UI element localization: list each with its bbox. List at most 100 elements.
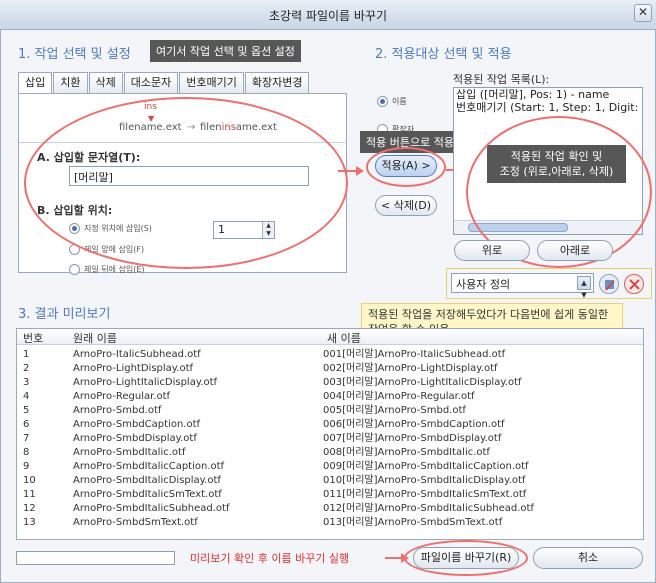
apply-tip: 적용 버튼으로 적용 [360,131,460,153]
cell-original: ArnoPro-SmbdCaption.otf [73,419,201,430]
save-preset-icon[interactable] [599,274,619,294]
table-row[interactable]: 9 ArnoPro-SmbdItalicCaption.otf 009[머리말]Ar… [17,460,643,473]
table-row[interactable]: 10 ArnoPro-SmbdItalicDisplay.otf 010[머리말]A… [17,474,643,487]
cell-new: 013[머리말]ArnoPro-SmbdSmText.otf [323,517,503,528]
diagram-before: filename.ext [119,122,182,133]
insert-panel: ins ▼ filename.ext → fileninsame.ext A. … [18,93,347,275]
table-row[interactable]: 4 ArnoPro-Regular.otf 004[머리말]ArnoPro-Regu… [17,390,643,403]
table-row[interactable]: 7 ArnoPro-SmbdDisplay.otf 007[머리말]ArnoPro-… [17,432,643,445]
preset-value: 사용자 정의 [456,278,511,291]
radio-specified-icon[interactable] [69,223,80,234]
cell-new: 012[머리말]ArnoPro-SmbdItalicSubhead.otf [323,503,534,514]
apply-button[interactable]: 적용(A) > [375,155,437,177]
horizontal-scrollbar[interactable] [454,220,642,234]
cell-original: ArnoPro-SmbdDisplay.otf [73,433,197,444]
panel-divider [19,142,346,143]
cell-new: 010[머리말]ArnoPro-SmbdItalicDisplay.otf [323,475,526,486]
radio-end-icon[interactable] [69,264,80,275]
tab-delete[interactable]: 삭제 [88,72,123,93]
cell-original: ArnoPro-Smbd.otf [73,405,162,416]
cell-new: 007[머리말]ArnoPro-SmbdDisplay.otf [323,433,502,444]
cell-number: 6 [23,419,30,430]
radio-front-icon[interactable] [69,244,80,255]
cancel-button[interactable]: 취소 [533,547,643,569]
close-icon[interactable]: ✕ [634,4,652,22]
insert-text-label: A. 삽입할 문자열(T): [37,151,141,164]
move-down-button[interactable]: 아래로 [537,240,613,261]
save-tip-line1: 적용된 작업을 저장해두었다가 다음번에 쉽게 동일한 [368,308,609,321]
tab-replace[interactable]: 치환 [53,72,88,93]
list-item[interactable]: 삽입 ([머리말], Pos: 1) - name [454,88,642,101]
cell-original: ArnoPro-SmbdSmText.otf [73,517,198,528]
cell-new: 002[머리말]ArnoPro-LightDisplay.otf [323,363,498,374]
cell-number: 8 [23,447,30,458]
title-bar: 초강력 파일이름 바꾸기 ✕ [0,0,656,30]
progress-bar [16,551,175,565]
tab-case[interactable]: 대소문자 [123,72,179,93]
tab-insert[interactable]: 삽입 [18,72,53,95]
section2-title: 2. 적용대상 선택 및 적용 [375,47,512,62]
delete-preset-icon[interactable] [624,274,644,294]
cell-number: 7 [23,433,30,444]
preset-select[interactable]: 사용자 정의 ▲ ▼ [451,273,594,299]
table-row[interactable]: 5 ArnoPro-Smbd.otf 005[머리말]ArnoPro-Smbd.ot… [17,404,643,417]
cell-original: ArnoPro-SmbdItalic.otf [73,447,186,458]
cell-number: 13 [23,517,36,528]
target-name-icon[interactable] [377,96,388,107]
cell-original: ArnoPro-Regular.otf [73,391,171,402]
diagram-after: fileninsame.ext [200,122,277,133]
insert-position-label: B. 삽입할 위치: [37,204,113,217]
cell-original: ArnoPro-SmbdItalicCaption.otf [73,461,225,472]
applied-tip-line2: 조정 (위로,아래로, 삭제) [499,165,614,178]
dropdown-arrow-icon[interactable]: ▲ ▼ [577,276,591,299]
cell-new: 004[머리말]ArnoPro-Regular.otf [323,391,475,402]
scrollbar-thumb[interactable] [468,223,568,232]
delete-button[interactable]: < 삭제(D) [375,195,437,216]
settings-tip: 여기서 작업 선택 및 옵션 설정 [150,40,301,62]
annotation-arrow-rename [385,553,409,563]
header-original[interactable]: 원래 이름 [73,330,117,346]
position-stepper[interactable]: 1 ▲ ▼ [213,221,275,239]
cell-new: 008[머리말]ArnoPro-SmbdItalic.otf [323,447,490,458]
cell-number: 4 [23,391,30,402]
tab-numbering[interactable]: 번호매기기 [179,72,244,93]
radio-end-position[interactable]: 제일 뒤에 삽입(E) [69,264,145,275]
cell-number: 2 [23,363,30,374]
insert-diagram: ins ▼ filename.ext → fileninsame.ext [19,100,346,136]
insert-text-input[interactable]: [머리말] [69,166,309,186]
radio-front-position[interactable]: 제일 앞에 삽입(F) [69,244,144,255]
tab-extension[interactable]: 확장자변경 [244,72,310,93]
table-row[interactable]: 13 ArnoPro-SmbdSmText.otf 013[머리말]ArnoPro-… [17,516,643,529]
table-row[interactable]: 2 ArnoPro-LightDisplay.otf 002[머리말]ArnoPro… [17,362,643,375]
diagram-after-ins: ins [221,122,236,133]
operation-tabs: 삽입 치환 삭제 대소문자 번호매기기 확장자변경 [18,72,310,95]
table-row[interactable]: 1 ArnoPro-ItalicSubhead.otf 001[머리말]ArnoPr… [17,348,643,361]
move-up-button[interactable]: 위로 [454,240,530,261]
cell-original: ArnoPro-LightDisplay.otf [73,363,194,374]
radio-specified-position[interactable]: 지정 위치에 삽입(S) [69,223,152,234]
applied-tip-line1: 적용된 작업 확인 및 [510,150,603,163]
cell-number: 12 [23,503,36,514]
list-item[interactable]: 번호매기기 (Start: 1, Step: 1, Digit: 3 [454,101,642,114]
header-new[interactable]: 새 이름 [327,330,361,346]
table-row[interactable]: 8 ArnoPro-SmbdItalic.otf 008[머리말]ArnoPro-S… [17,446,643,459]
diagram-after-post: ame.ext [235,122,277,133]
table-row[interactable]: 6 ArnoPro-SmbdCaption.otf 006[머리말]ArnoPro-… [17,418,643,431]
cell-number: 5 [23,405,30,416]
header-number[interactable]: 번호 [23,330,43,346]
stepper-arrows-icon[interactable]: ▲ ▼ [262,222,274,238]
cell-number: 10 [23,475,36,486]
diagram-after-pre: filen [200,122,222,133]
cell-number: 9 [23,461,30,472]
target-name-radio[interactable]: 이름 [377,96,407,107]
target-name-label: 이름 [392,97,407,106]
preview-table[interactable]: 번호 원래 이름 새 이름 1 ArnoPro-ItalicSubhead.otf… [16,328,644,540]
applied-list-label: 적용된 작업 목록(L): [453,73,550,86]
table-row[interactable]: 3 ArnoPro-LightItalicDisplay.otf 003[머리말]A… [17,376,643,389]
table-row[interactable]: 11 ArnoPro-SmbdItalicSmText.otf 011[머리말]Ar… [17,488,643,501]
diagram-arrow: → [187,122,196,133]
cell-new: 006[머리말]ArnoPro-SmbdCaption.otf [323,419,505,430]
rename-button[interactable]: 파일이름 바꾸기(R) [413,547,519,569]
table-row[interactable]: 12 ArnoPro-SmbdItalicSubhead.otf 012[머리말]A… [17,502,643,515]
diagram-ins: ins [144,102,157,112]
